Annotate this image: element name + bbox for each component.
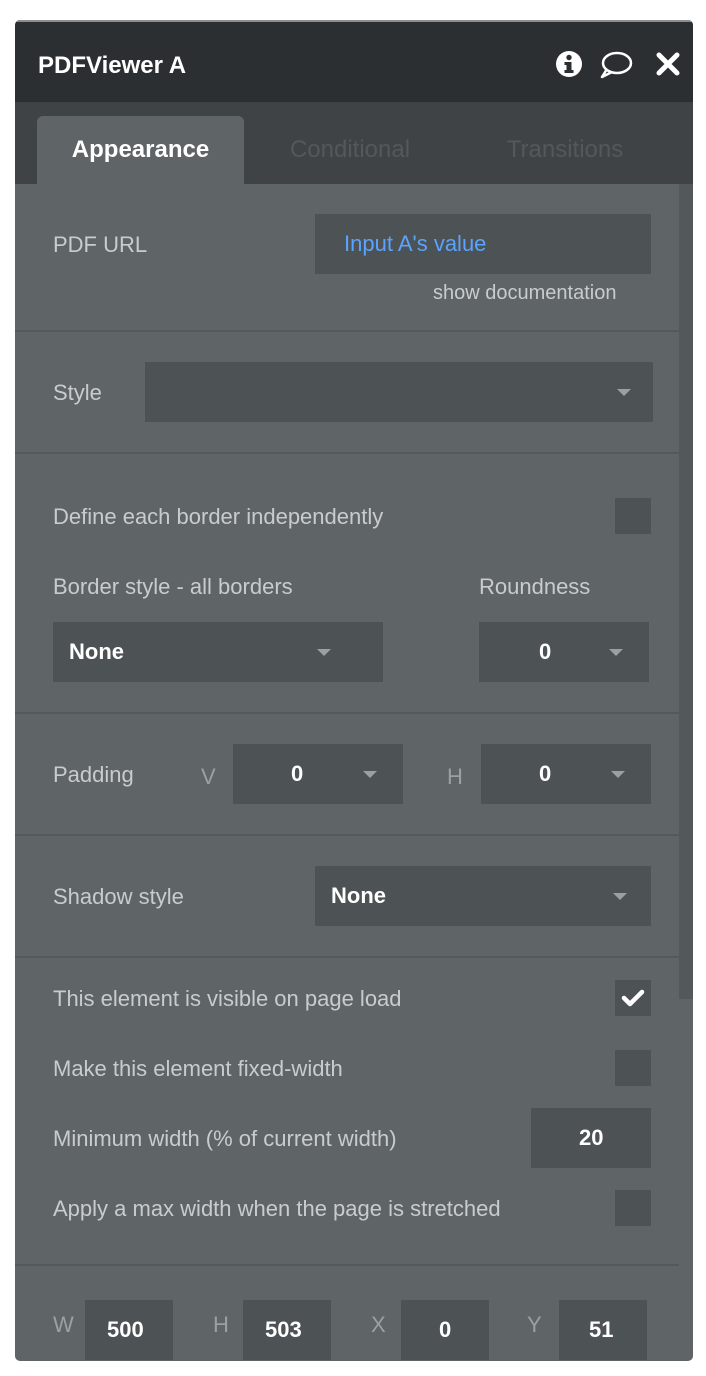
define-border-label: Define each border independently bbox=[53, 504, 384, 529]
border-style-dropdown[interactable]: None bbox=[53, 622, 383, 682]
padding-label: Padding bbox=[53, 762, 134, 787]
style-dropdown[interactable] bbox=[145, 362, 653, 422]
padding-h-dropdown[interactable]: 0 bbox=[481, 744, 651, 804]
padding-h-label: H bbox=[447, 764, 463, 789]
tab-appearance[interactable]: Appearance bbox=[37, 116, 244, 184]
close-icon[interactable] bbox=[655, 50, 681, 83]
shadow-style-label: Shadow style bbox=[53, 884, 184, 909]
max-width-label: Apply a max width when the page is stret… bbox=[53, 1196, 501, 1221]
padding-v-label: V bbox=[201, 764, 216, 789]
pdf-url-value: Input A's value bbox=[344, 231, 487, 256]
divider bbox=[15, 712, 679, 714]
define-border-checkbox[interactable] bbox=[615, 498, 651, 534]
roundness-label: Roundness bbox=[479, 574, 591, 599]
property-editor-panel: PDFViewer A Appearance Conditional Trans… bbox=[15, 20, 693, 1361]
checkmark-icon bbox=[621, 989, 645, 1007]
width-value: 500 bbox=[107, 1317, 144, 1342]
y-value: 51 bbox=[589, 1317, 614, 1342]
padding-h-value: 0 bbox=[539, 761, 552, 786]
x-label: X bbox=[371, 1312, 386, 1337]
show-documentation-link[interactable]: show documentation bbox=[433, 282, 616, 305]
y-label: Y bbox=[527, 1312, 542, 1337]
scrollbar[interactable] bbox=[679, 184, 693, 999]
comment-icon[interactable] bbox=[598, 50, 634, 85]
divider bbox=[15, 330, 679, 332]
shadow-style-value: None bbox=[331, 883, 386, 908]
panel-title: PDFViewer A bbox=[38, 52, 187, 79]
border-style-label: Border style - all borders bbox=[53, 574, 293, 599]
visible-on-load-checkbox[interactable] bbox=[615, 980, 651, 1016]
shadow-style-dropdown[interactable]: None bbox=[315, 866, 651, 926]
divider bbox=[15, 834, 679, 836]
roundness-value: 0 bbox=[539, 639, 552, 664]
width-input[interactable]: 500 bbox=[85, 1300, 173, 1360]
fixed-width-checkbox[interactable] bbox=[615, 1050, 651, 1086]
visible-on-load-label: This element is visible on page load bbox=[53, 986, 402, 1011]
tab-transitions[interactable]: Transitions bbox=[475, 116, 655, 184]
chevron-down-icon bbox=[613, 893, 627, 900]
y-input[interactable]: 51 bbox=[559, 1300, 647, 1360]
min-width-input[interactable]: 20 bbox=[531, 1108, 651, 1168]
min-width-value: 20 bbox=[579, 1125, 604, 1150]
roundness-dropdown[interactable]: 0 bbox=[479, 622, 649, 682]
panel-header: PDFViewer A bbox=[15, 20, 693, 102]
pdf-url-label: PDF URL bbox=[53, 232, 148, 257]
min-width-label: Minimum width (% of current width) bbox=[53, 1126, 397, 1151]
tab-conditional[interactable]: Conditional bbox=[265, 116, 435, 184]
width-label: W bbox=[53, 1312, 74, 1337]
chevron-down-icon bbox=[611, 771, 625, 778]
chevron-down-icon bbox=[363, 771, 377, 778]
border-style-value: None bbox=[69, 639, 124, 664]
padding-v-value: 0 bbox=[291, 761, 304, 786]
max-width-checkbox[interactable] bbox=[615, 1190, 651, 1226]
height-label: H bbox=[213, 1312, 229, 1337]
fixed-width-label: Make this element fixed-width bbox=[53, 1056, 343, 1081]
chevron-down-icon bbox=[617, 389, 631, 396]
divider bbox=[15, 1264, 679, 1266]
divider bbox=[15, 956, 679, 958]
style-label: Style bbox=[53, 380, 102, 405]
padding-v-dropdown[interactable]: 0 bbox=[233, 744, 403, 804]
tab-bar: Appearance Conditional Transitions bbox=[15, 102, 693, 184]
x-input[interactable]: 0 bbox=[401, 1300, 489, 1360]
height-value: 503 bbox=[265, 1317, 302, 1342]
chevron-down-icon bbox=[609, 649, 623, 656]
divider bbox=[15, 452, 679, 454]
height-input[interactable]: 503 bbox=[243, 1300, 331, 1360]
pdf-url-input[interactable]: Input A's value bbox=[315, 214, 651, 274]
chevron-down-icon bbox=[317, 649, 331, 656]
x-value: 0 bbox=[439, 1317, 452, 1342]
info-icon[interactable] bbox=[555, 50, 583, 83]
